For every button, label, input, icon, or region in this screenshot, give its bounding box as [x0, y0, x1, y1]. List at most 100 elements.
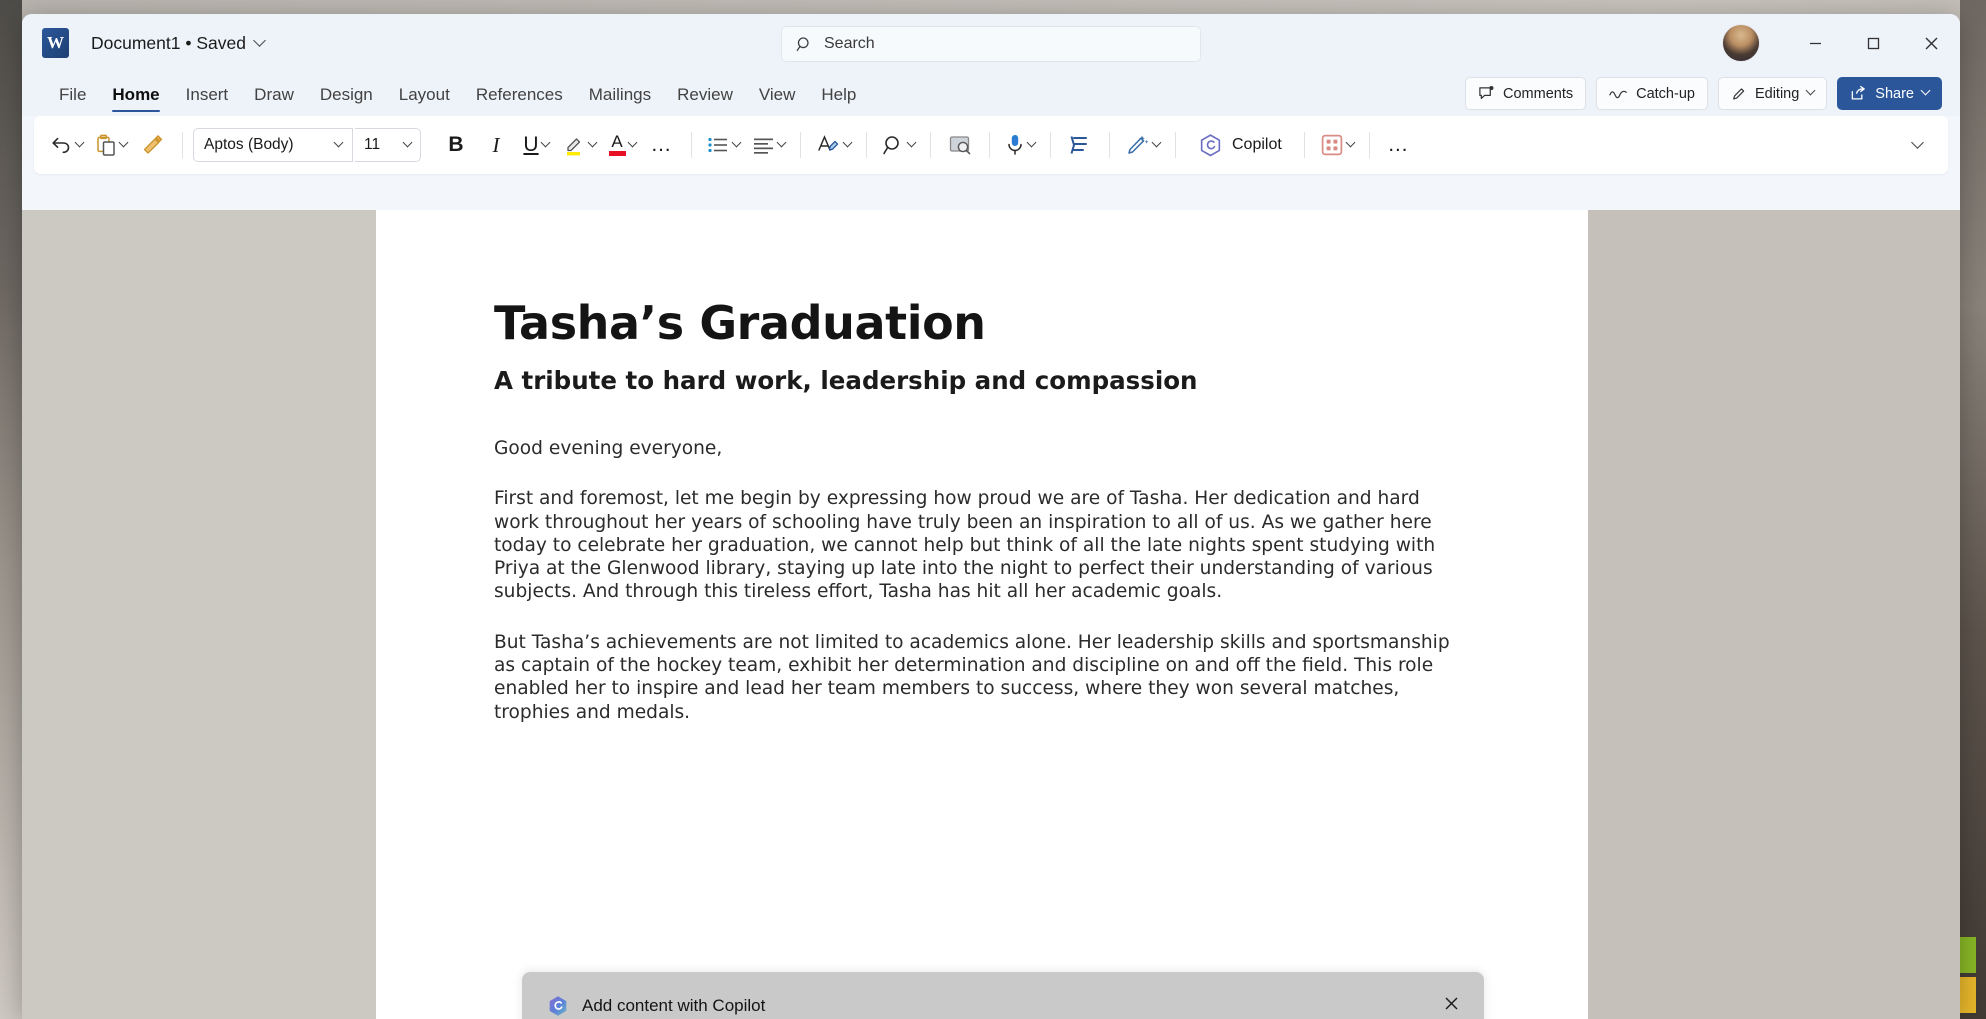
font-color-button[interactable]: A	[603, 125, 641, 165]
chevron-down-icon	[1151, 137, 1162, 147]
dictate-button[interactable]	[1000, 125, 1040, 165]
font-size-value: 11	[364, 136, 381, 153]
title-bar: W Document1 • Saved Search	[22, 14, 1960, 72]
overflow-label: …	[1387, 133, 1411, 156]
canvas-margin-left	[22, 210, 376, 1019]
underline-button[interactable]: U	[517, 125, 555, 165]
tab-review[interactable]: Review	[664, 85, 746, 116]
font-name-value: Aptos (Body)	[204, 136, 294, 153]
italic-label: I	[492, 132, 500, 157]
catchup-button[interactable]: Catch-up	[1596, 77, 1708, 110]
minimize-icon	[1809, 42, 1821, 44]
pencil-icon	[1733, 87, 1745, 99]
align-button[interactable]	[747, 125, 790, 165]
copilot-card-close-button[interactable]	[1436, 988, 1466, 1018]
undo-icon	[52, 137, 70, 154]
search-placeholder: Search	[824, 35, 875, 52]
editor-button[interactable]	[1061, 125, 1099, 165]
document-heading: Tasha’s Graduation	[494, 296, 986, 350]
close-icon	[1925, 37, 1937, 49]
share-label: Share	[1875, 85, 1914, 102]
highlight-icon	[567, 138, 581, 156]
ribbon-actions-group: Comments Catch-up Editing Share	[1465, 77, 1942, 110]
document-paragraph-2: But Tasha’s achievements are not limited…	[494, 631, 1450, 723]
search-input[interactable]: Search	[781, 26, 1201, 62]
avatar[interactable]	[1722, 24, 1760, 62]
chevron-down-icon	[906, 137, 917, 147]
tab-draw[interactable]: Draw	[241, 85, 307, 116]
find-button[interactable]	[877, 125, 920, 165]
minimize-button[interactable]	[1786, 14, 1844, 72]
chevron-down-icon	[74, 137, 85, 147]
styles-button[interactable]	[811, 125, 856, 165]
tab-layout[interactable]: Layout	[386, 85, 463, 116]
chevron-down-icon	[1920, 85, 1931, 96]
copilot-inline-card: Add content with Copilot Just keep writi…	[522, 972, 1484, 1019]
tab-home[interactable]: Home	[99, 85, 172, 116]
dictate-icon	[1008, 135, 1022, 155]
toolbar-overflow-button[interactable]: …	[1380, 125, 1418, 165]
paste-icon	[97, 134, 115, 156]
document-paragraph-1: First and foremost, let me begin by expr…	[494, 488, 1436, 603]
copilot-button[interactable]: Copilot	[1186, 125, 1294, 165]
share-icon	[1851, 85, 1866, 100]
paste-button[interactable]	[90, 125, 132, 165]
search-image-button[interactable]	[941, 125, 979, 165]
document-subheading: A tribute to hard work, leadership and c…	[494, 366, 1198, 395]
document-title: Document1 • Saved	[91, 32, 246, 53]
ribbon-collapse-button[interactable]	[1898, 125, 1936, 165]
tab-design[interactable]: Design	[307, 85, 386, 116]
word-window: W Document1 • Saved Search File Home Ins…	[22, 14, 1960, 1019]
add-ins-icon	[1321, 134, 1343, 156]
desktop-background-right	[1960, 0, 1986, 1019]
close-button[interactable]	[1902, 14, 1960, 72]
chevron-down-icon	[731, 137, 742, 147]
chevron-down-icon	[627, 137, 637, 147]
toolbar-separator	[1050, 132, 1051, 158]
search-image-icon	[949, 136, 970, 155]
chevron-down-icon	[842, 137, 853, 147]
bold-button[interactable]: B	[437, 125, 475, 165]
maximize-button[interactable]	[1844, 14, 1902, 72]
align-icon	[754, 138, 773, 154]
font-name-select[interactable]: Aptos (Body)	[193, 128, 353, 162]
window-controls-group	[1722, 14, 1960, 72]
tab-file[interactable]: File	[46, 85, 99, 116]
tab-help[interactable]: Help	[808, 85, 869, 116]
document-page[interactable]: Tasha’s Graduation A tribute to hard wor…	[376, 210, 1588, 1019]
bullet-list-icon	[708, 137, 727, 153]
toolbar-separator	[930, 132, 931, 158]
document-title-menu[interactable]: Document1 • Saved	[91, 32, 266, 54]
format-painter-button[interactable]	[134, 125, 172, 165]
tab-view[interactable]: View	[746, 85, 809, 116]
tab-mailings[interactable]: Mailings	[576, 85, 664, 116]
comment-icon	[1479, 85, 1494, 100]
toolbar-separator	[1109, 132, 1110, 158]
font-size-select[interactable]: 11	[355, 128, 421, 162]
chevron-down-icon	[333, 137, 344, 147]
copilot-icon	[1200, 133, 1221, 156]
editing-label: Editing	[1754, 85, 1800, 102]
tab-references[interactable]: References	[463, 85, 576, 116]
chevron-down-icon	[1805, 85, 1816, 96]
tab-insert[interactable]: Insert	[173, 85, 242, 116]
more-formatting-button[interactable]: …	[643, 125, 681, 165]
desktop-background-left	[0, 0, 22, 1019]
font-color-swatch	[608, 151, 626, 156]
undo-button[interactable]	[44, 125, 88, 165]
chevron-down-icon	[402, 137, 413, 147]
chevron-down-icon	[587, 137, 598, 147]
chevron-down-icon	[253, 33, 266, 47]
editing-button[interactable]: Editing	[1717, 77, 1828, 110]
search-icon	[796, 36, 809, 51]
italic-button[interactable]: I	[477, 125, 515, 165]
bullet-list-button[interactable]	[702, 125, 745, 165]
designer-button[interactable]	[1120, 125, 1165, 165]
word-app-icon: W	[42, 28, 69, 58]
copilot-label: Copilot	[1232, 136, 1282, 153]
comments-button[interactable]: Comments	[1465, 77, 1587, 110]
share-button[interactable]: Share	[1837, 77, 1942, 110]
add-ins-button[interactable]	[1315, 125, 1359, 165]
highlight-button[interactable]	[557, 125, 601, 165]
chevron-down-icon	[1910, 135, 1924, 149]
